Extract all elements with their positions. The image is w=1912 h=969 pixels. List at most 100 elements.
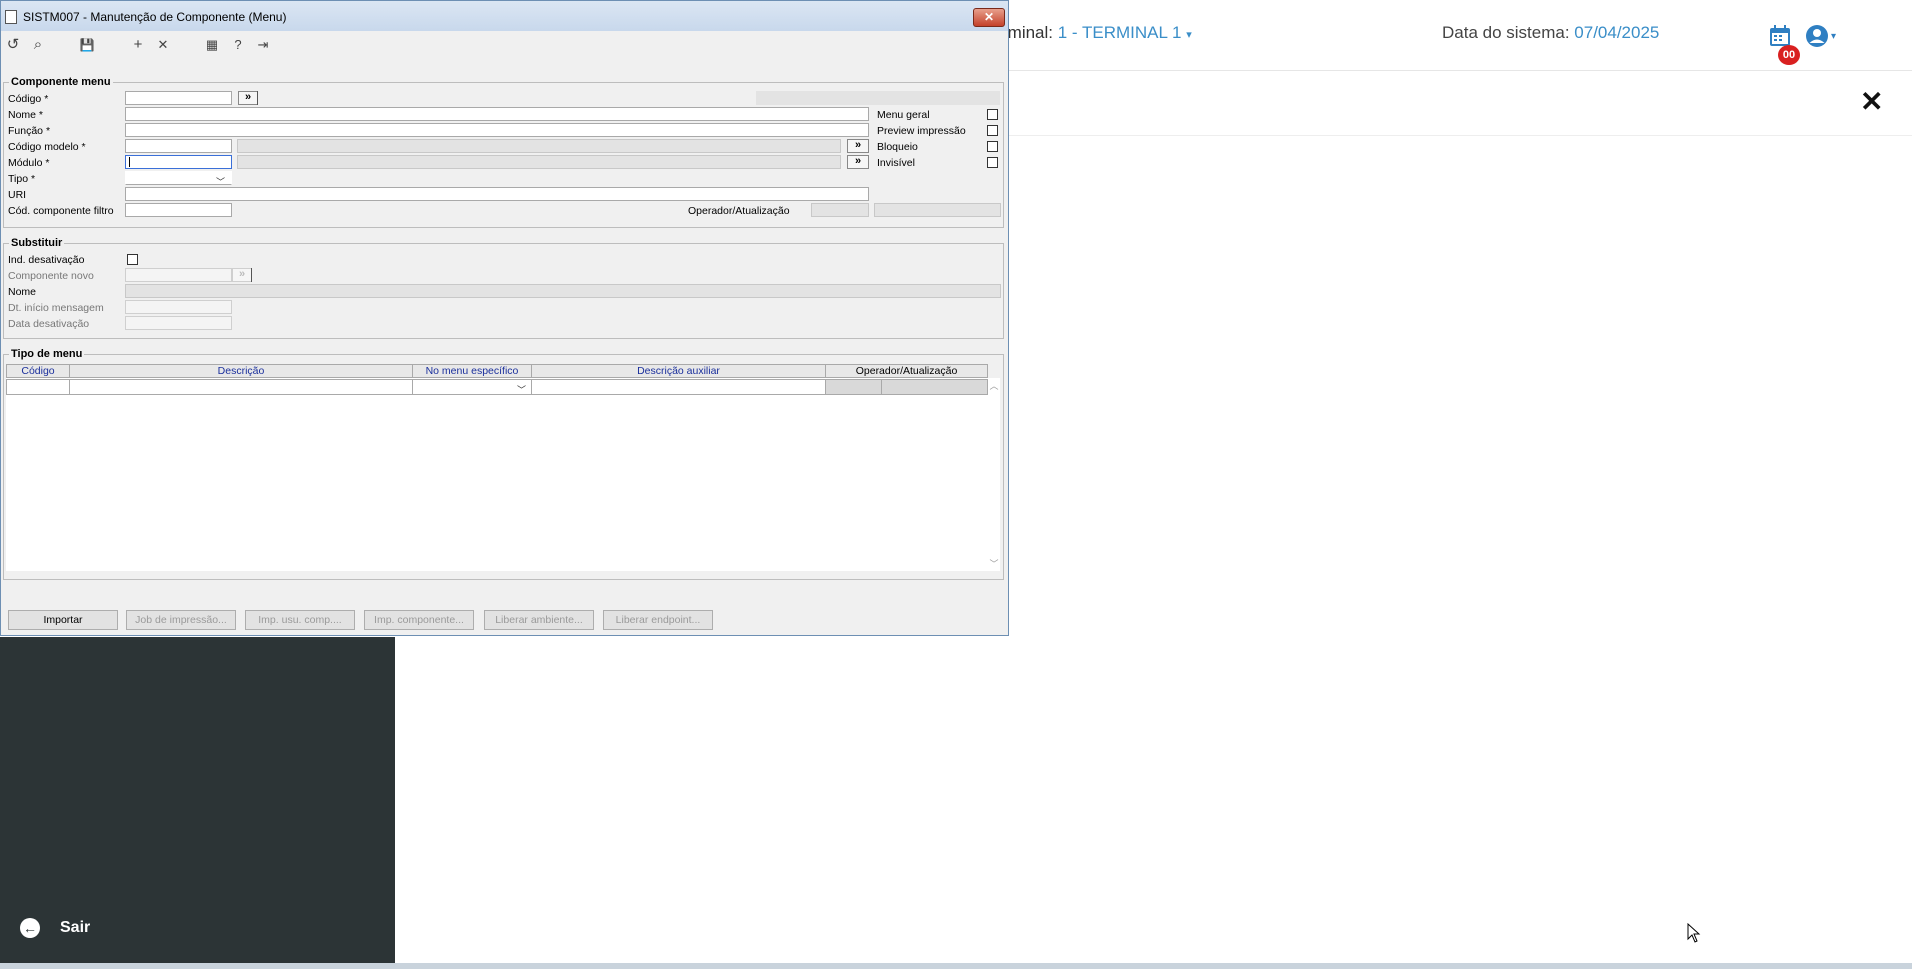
chevron-down-icon[interactable]: ▾ [1186,29,1192,41]
exit-label: Sair [60,919,91,936]
new-component-input[interactable] [125,268,232,282]
dialog-close-button[interactable]: ✕ [973,8,1005,27]
code-description-display [756,91,1000,105]
dialog-title: SISTM007 - Manutenção de Componente (Men… [23,10,287,24]
code-lookup-button[interactable]: » [238,91,258,105]
grid-header-operator-update[interactable]: Operador/Atualização [825,364,988,378]
import-component-button[interactable]: Imp. componente... [364,610,474,630]
function-label: Função * [8,125,51,137]
dialog-title-bar[interactable]: SISTM007 - Manutenção de Componente (Men… [1,1,1008,31]
code-input[interactable] [125,91,232,105]
module-description [237,155,841,169]
model-code-description [237,139,841,153]
invisivel-label: Invisível [877,157,915,169]
operator-display [811,203,869,217]
document-icon [5,10,17,24]
menu-type-legend: Tipo de menu [11,348,83,360]
divider [251,268,252,282]
module-lookup-button[interactable]: » [847,155,869,169]
code-label: Código * [8,93,49,105]
system-date-value: 07/04/2025 [1574,23,1660,42]
save-icon[interactable]: 💾 [77,35,97,55]
divider [257,91,258,105]
grid-cell-code[interactable] [6,379,70,395]
menu-geral-checkbox[interactable] [987,109,998,120]
exit-icon[interactable]: ⇥ [253,35,273,55]
type-label: Tipo * [8,173,36,185]
grid-header-description[interactable]: Descrição [69,364,413,378]
model-code-label: Código modelo * [8,141,86,153]
uri-label: URI [8,189,27,201]
preview-impressao-label: Preview impressão [877,125,966,137]
help-icon[interactable]: ? [228,35,248,55]
text-cursor [129,157,130,167]
release-environment-button[interactable]: Liberar ambiente... [484,610,594,630]
terminal-value[interactable]: 1 - TERMINAL 1 [1058,23,1182,42]
print-job-button[interactable]: Job de impressão... [126,610,236,630]
grid-header-specific-menu[interactable]: No menu específico [412,364,532,378]
grid-scrollbar[interactable]: ︿ ﹀ [988,378,1000,571]
message-start-date-input[interactable] [125,300,232,314]
model-code-input[interactable] [125,139,232,153]
bloqueio-label: Bloqueio [877,141,918,153]
bottom-strip [0,963,1912,969]
exit-arrow-icon: ← [20,918,40,938]
update-datetime-display [874,203,1001,217]
deactivation-date-label: Data desativação [8,318,90,330]
import-button[interactable]: Importar [8,610,118,630]
component-menu-legend: Componente menu [11,76,111,88]
replace-name-display [125,284,1001,298]
grid-header-code[interactable]: Código [6,364,70,378]
search-icon[interactable]: ⌕ [28,35,48,55]
filter-component-code-input[interactable] [125,203,232,217]
component-maintenance-dialog: SISTM007 - Manutenção de Componente (Men… [0,0,1009,636]
filter-component-code-label: Cód. componente filtro [8,205,114,217]
add-icon[interactable]: + [128,35,148,55]
system-date-label: Data do sistema: [1442,23,1570,42]
deactivation-indicator-checkbox[interactable] [127,254,138,265]
module-input[interactable] [125,155,232,169]
name-input[interactable] [125,107,869,121]
import-user-component-button[interactable]: Imp. usu. comp.... [245,610,355,630]
release-endpoint-button[interactable]: Liberar endpoint... [603,610,713,630]
model-code-lookup-button[interactable]: » [847,139,869,153]
module-label: Módulo * [8,157,50,169]
terminal-label: rminal: [1002,23,1054,42]
deactivation-indicator-label: Ind. desativação [8,254,85,266]
new-component-label: Componente novo [8,270,94,282]
menu-geral-label: Menu geral [877,109,930,121]
notification-badge: 00 [1778,45,1800,65]
calendar-icon[interactable]: ▦ [202,35,222,55]
close-icon[interactable]: ✕ [1860,88,1883,116]
grid-cell-specific-menu[interactable] [412,379,532,395]
operator-update-label: Operador/Atualização [688,205,790,217]
chevron-down-icon[interactable]: ﹀ [517,383,526,396]
grid-cell-aux-description[interactable] [531,379,826,395]
grid-header-aux-description[interactable]: Descrição auxiliar [531,364,826,378]
grid-cell-update [881,379,988,395]
chevron-down-icon[interactable]: ﹀ [988,557,1000,570]
preview-impressao-checkbox[interactable] [987,125,998,136]
name-label: Nome * [8,109,44,121]
terminal-selector[interactable]: rminal: 1 - TERMINAL 1 ▾ [1002,23,1192,43]
uri-input[interactable] [125,187,869,201]
message-start-date-label: Dt. início mensagem [8,302,104,314]
undo-icon[interactable]: ↺ [3,35,23,55]
user-icon[interactable] [1805,24,1829,48]
new-component-lookup-button[interactable]: » [232,268,252,282]
sidebar [0,637,395,963]
invisivel-checkbox[interactable] [987,157,998,168]
grid-cell-description[interactable] [69,379,413,395]
mouse-cursor-icon [1687,923,1701,943]
menu-type-grid [6,378,988,571]
deactivation-date-input[interactable] [125,316,232,330]
system-date: Data do sistema: 07/04/2025 [1442,23,1659,43]
chevron-up-icon[interactable]: ︿ [988,379,1000,392]
replace-legend: Substituir [11,237,63,249]
bloqueio-checkbox[interactable] [987,141,998,152]
replace-name-label: Nome [8,286,37,298]
delete-icon[interactable]: ✕ [153,35,173,55]
exit-button[interactable]: ← Sair [20,918,90,938]
function-input[interactable] [125,123,869,137]
chevron-down-icon[interactable]: ▾ [1831,31,1836,42]
